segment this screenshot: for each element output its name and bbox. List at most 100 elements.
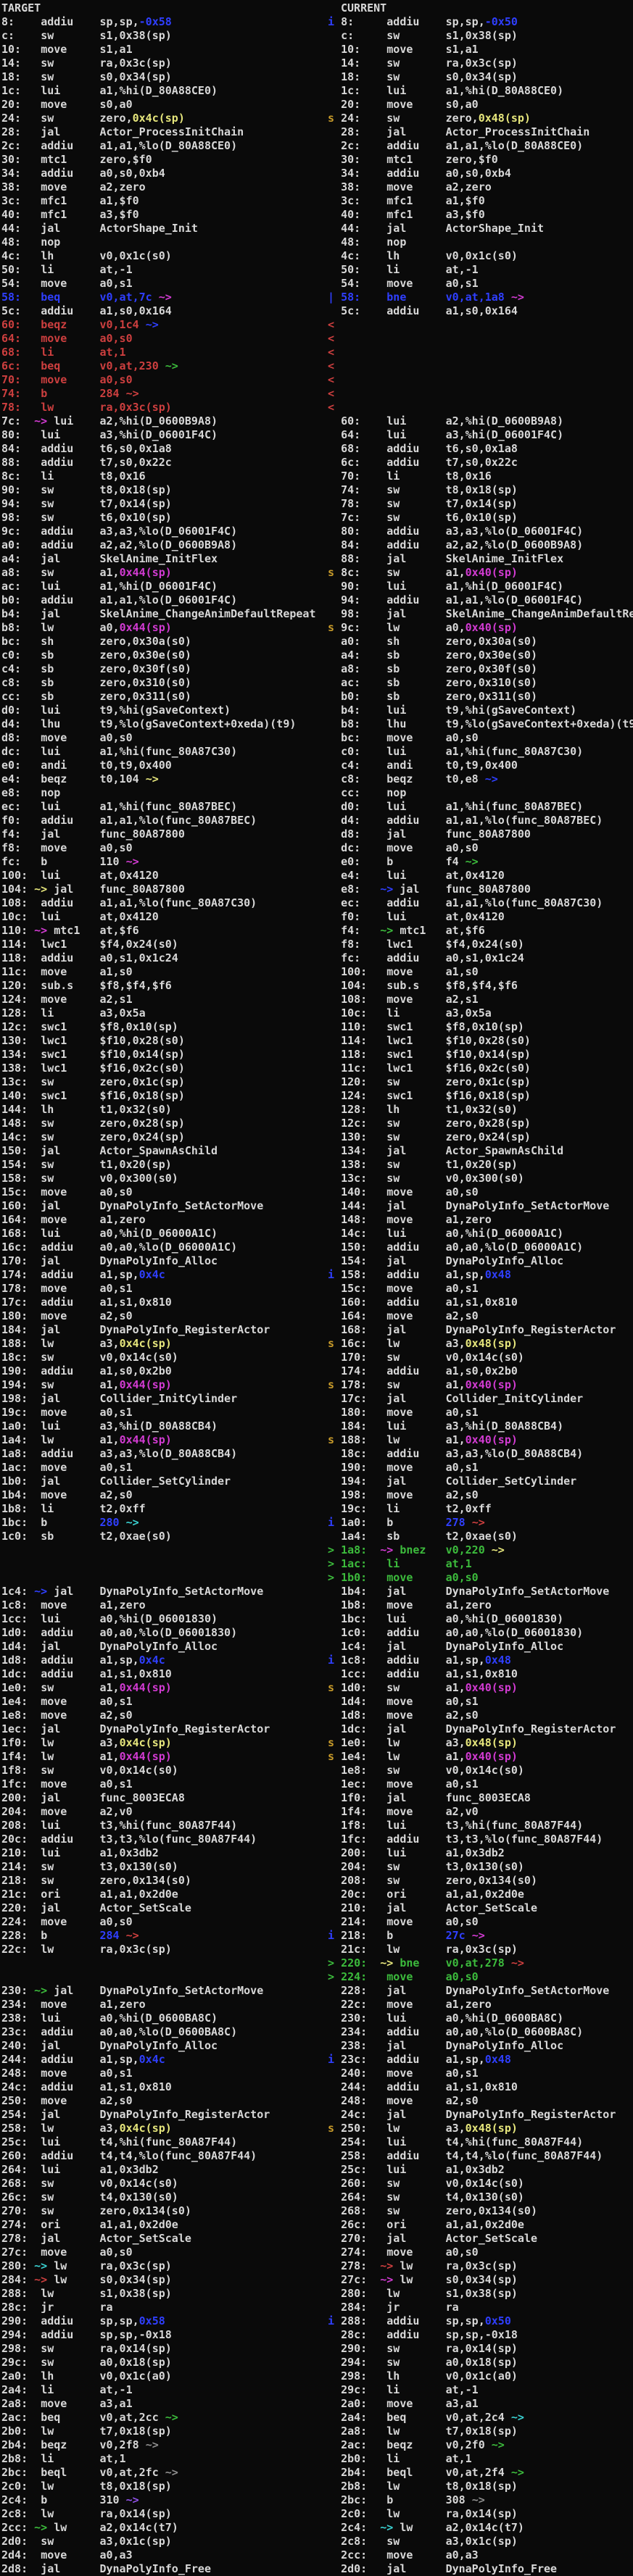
target-line: 2d0: sw a3,0x1c(sp) [1,2535,328,2548]
target-line: 1bc: b 280 ~> [1,1516,328,1530]
asm-row: cc: sb zero,0x311(s0) b0: sb zero,0x311(… [1,690,633,704]
current-line: 94: addiu a1,a1,%lo(D_06001F4C) [328,593,633,607]
target-line: 27c: move a0,s0 [1,2246,328,2259]
asm-row: 20: move s0,a0 20: move s0,a0 [1,98,633,112]
target-line: e0: andi t0,t9,0x400 [1,759,328,772]
asm-row: 104: ~> jal func_80A87800 e8: ~> jal fun… [1,883,633,896]
asm-row: 14: sw ra,0x3c(sp) 14: sw ra,0x3c(sp) [1,57,633,70]
target-line: 214: sw t3,0x130(s0) [1,1860,328,1874]
target-line: 15c: move a0,s0 [1,1185,328,1199]
current-line: < [328,332,633,346]
asm-row: 150: jal Actor_SpawnAsChild 134: jal Act… [1,1144,633,1158]
asm-row: 148: sw zero,0x28(sp) 12c: sw zero,0x28(… [1,1117,633,1130]
current-line: 180: move a0,s1 [328,1406,633,1420]
target-line: 4c: lh v0,0x1c(s0) [1,249,328,263]
asm-row: 54: move a0,s1 54: move a0,s1 [1,277,633,291]
asm-row: c: sw s1,0x38(sp) c: sw s1,0x38(sp) [1,29,633,43]
asm-row: 1e0: sw a1,0x44(sp)s 1d0: sw a1,0x40(sp) [1,1681,633,1695]
current-line: i 288: addiu sp,sp,0x50 [328,2314,633,2328]
asm-row: 70: move a0,s0< [1,373,633,387]
current-line: 104: sub.s $f8,$f4,$f6 [328,979,633,993]
target-line: 140: swc1 $f16,0x18(sp) [1,1089,328,1103]
target-line: 244: addiu a1,sp,0x4c [1,2053,328,2067]
current-line: 278: ~> lw ra,0x3c(sp) [328,2259,633,2273]
asm-row: 260: addiu t4,t4,%lo(func_80A87F44) 258:… [1,2149,633,2163]
target-line: 2a4: li at,-1 [1,2383,328,2397]
current-line: 2b0: li at,1 [328,2452,633,2466]
current-line: 6c: addiu t7,s0,0x22c [328,456,633,470]
target-line: 84: addiu t6,s0,0x1a8 [1,442,328,456]
asm-row: 90: sw t8,0x18(sp) 74: sw t8,0x18(sp) [1,483,633,497]
current-line: 114: lwc1 $f10,0x28(s0) [328,1034,633,1048]
target-line: dc: lui a1,%hi(func_80A87C30) [1,745,328,759]
target-line: 44: jal ActorShape_Init [1,222,328,235]
target-line: 158: sw v0,0x300(s0) [1,1172,328,1185]
target-line: c: sw s1,0x38(sp) [1,29,328,43]
asm-row: 1e8: move a2,s0 1d8: move a2,s0 [1,1709,633,1722]
current-line: > 1b0: move a0,s0 [328,1571,633,1585]
asm-row: a8: sw a1,0x44(sp)s 8c: sw a1,0x40(sp) [1,566,633,580]
current-line: d4: addiu a1,a1,%lo(func_80A87BEC) [328,814,633,828]
current-line: 84: addiu a2,a2,%lo(D_0600B9A8) [328,538,633,552]
current-line: s 1d0: sw a1,0x40(sp) [328,1681,633,1695]
asm-row: 34: addiu a0,s0,0xb4 34: addiu a0,s0,0xb… [1,167,633,180]
target-line: 3c: mfc1 a1,$f0 [1,194,328,208]
current-line: 214: move a0,s0 [328,1915,633,1929]
asm-row: > 224: move a0,s0 [1,1970,633,1984]
asm-row: e4: beqz t0,104 ~> c8: beqz t0,e8 ~> [1,772,633,786]
asm-row: d4: lhu t9,%lo(gSaveContext+0xeda)(t9) b… [1,717,633,731]
asm-row: 28c: jr ra 284: jr ra [1,2301,633,2314]
asm-row: 160: jal DynaPolyInfo_SetActorMove 144: … [1,1199,633,1213]
target-line: 2b4: beqz v0,2f8 ~> [1,2438,328,2452]
target-line: 168: lui a0,%hi(D_06000A1C) [1,1227,328,1241]
current-line: 238: jal DynaPolyInfo_Alloc [328,2039,633,2053]
asm-row: 24: sw zero,0x4c(sp)s 24: sw zero,0x48(s… [1,112,633,125]
current-line: 44: jal ActorShape_Init [328,222,633,235]
target-line: 1f4: lw a1,0x44(sp) [1,1750,328,1764]
target-line: 20c: addiu t3,t3,%lo(func_80A87F44) [1,1833,328,1846]
target-line: f8: move a0,s0 [1,841,328,855]
current-line: 290: sw ra,0x14(sp) [328,2342,633,2356]
current-line: 64: lui a3,%hi(D_06001F4C) [328,428,633,442]
target-line: 38: move a2,zero [1,180,328,194]
target-line: 1b4: move a2,s0 [1,1488,328,1502]
current-line: 7c: sw t6,0x10(sp) [328,511,633,525]
asm-row: 2d4: move a0,a3 2cc: move a0,a3 [1,2548,633,2562]
current-line: 1a4: sb t2,0xae(s0) [328,1530,633,1543]
current-line: 15c: move a0,s1 [328,1282,633,1296]
target-line: 124: move a2,s1 [1,993,328,1006]
asm-row: 25c: lui t4,%hi(func_80A87F44) 254: lui … [1,2135,633,2149]
asm-row: 268: sw v0,0x14c(s0) 260: sw v0,0x14c(s0… [1,2177,633,2191]
asm-row: 2a0: lh v0,0x1c(a0) 298: lh v0,0x1c(a0) [1,2369,633,2383]
asm-row: > 1b0: move a0,s0 [1,1571,633,1585]
current-line: 144: jal DynaPolyInfo_SetActorMove [328,1199,633,1213]
asm-row: 2b0: lw t7,0x18(sp) 2a8: lw t7,0x18(sp) [1,2425,633,2438]
current-line: s 16c: lw a3,0x48(sp) [328,1337,633,1351]
current-line: 248: move a2,s0 [328,2094,633,2108]
current-line: 230: lui a0,%hi(D_0600BA8C) [328,2012,633,2025]
target-line: 26c: sw t4,0x130(s0) [1,2191,328,2204]
target-line: 12c: swc1 $f8,0x10(sp) [1,1020,328,1034]
target-line: 1b0: jal Collider_SetCylinder [1,1475,328,1488]
asm-row: 118: addiu a0,s1,0x1c24 fc: addiu a0,s1,… [1,951,633,965]
asm-row: 218: sw zero,0x134(s0) 208: sw zero,0x13… [1,1874,633,1888]
current-line: fc: addiu a0,s1,0x1c24 [328,951,633,965]
current-line: < [328,318,633,332]
target-line: a0: addiu a2,a2,%lo(D_0600B9A8) [1,538,328,552]
current-line: 2cc: move a0,a3 [328,2548,633,2562]
current-line: a0: sh zero,0x30a(s0) [328,635,633,649]
asm-row: 94: sw t7,0x14(sp) 78: sw t7,0x14(sp) [1,497,633,511]
current-line: 200: lui a1,0x3db2 [328,1846,633,1860]
asm-row: 288: lw s1,0x38(sp) 280: lw s1,0x38(sp) [1,2287,633,2301]
target-line: 70: move a0,s0 [1,373,328,387]
current-line: 27c: ~> lw s0,0x34(sp) [328,2273,633,2287]
asm-row: 27c: move a0,s0 274: move a0,s0 [1,2246,633,2259]
target-line: 118: addiu a0,s1,0x1c24 [1,951,328,965]
current-line: 268: sw zero,0x134(s0) [328,2204,633,2218]
asm-row: 138: lwc1 $f16,0x2c(s0) 11c: lwc1 $f16,0… [1,1062,633,1075]
target-line: 160: jal DynaPolyInfo_SetActorMove [1,1199,328,1213]
target-line: fc: b 110 ~> [1,855,328,869]
asm-row: d0: lui t9,%hi(gSaveContext) b4: lui t9,… [1,704,633,717]
current-line: 234: addiu a0,a0,%lo(D_0600BA8C) [328,2025,633,2039]
current-line: s 1e0: lw a3,0x48(sp) [328,1736,633,1750]
